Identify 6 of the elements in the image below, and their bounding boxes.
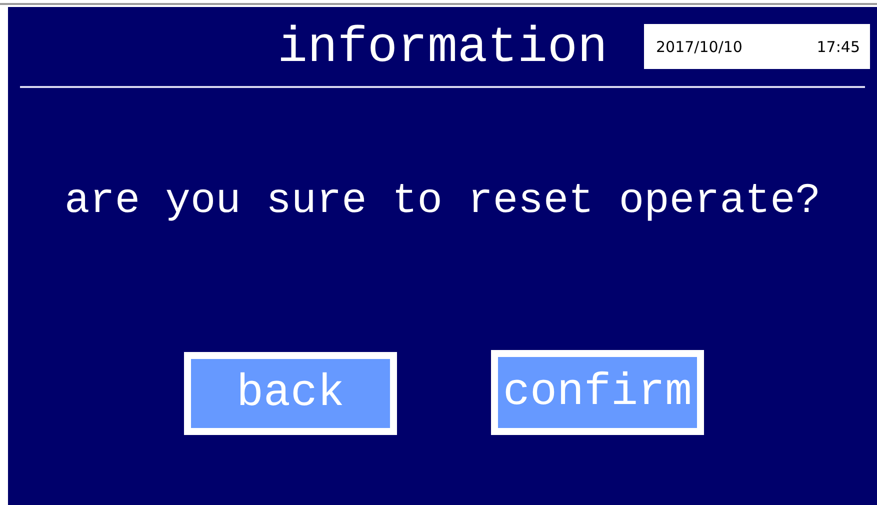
confirmation-message: are you sure to reset operate? (63, 176, 822, 226)
time-text: 17:45 (816, 38, 860, 56)
confirm-button[interactable]: confirm (491, 350, 704, 435)
back-button[interactable]: back (184, 352, 397, 435)
date-text: 2017/10/10 (656, 38, 742, 56)
screen-title: information (277, 18, 608, 78)
